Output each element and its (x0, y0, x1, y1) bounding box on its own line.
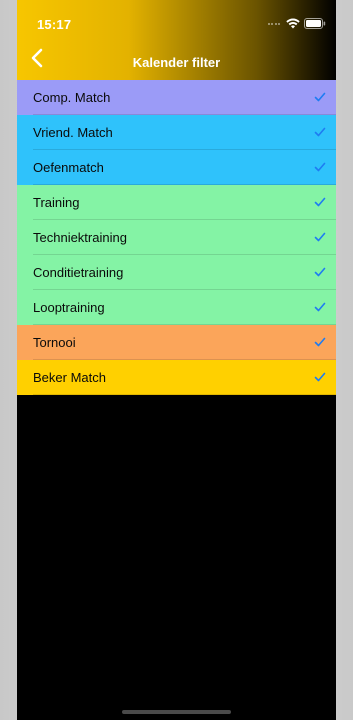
device-frame: 15:17 Kalender filter Comp. Match Vriend… (0, 0, 353, 720)
header-bar: 15:17 Kalender filter (17, 0, 336, 80)
filter-row[interactable]: Comp. Match (17, 80, 336, 115)
checkmark-icon (314, 232, 326, 242)
checkmark-icon (314, 337, 326, 347)
filter-label: Tornooi (33, 335, 76, 350)
checkmark-icon (314, 127, 326, 137)
filter-list: Comp. Match Vriend. Match Oefenmatch Traini… (17, 80, 336, 395)
filter-row[interactable]: Training (17, 185, 336, 220)
phone-screen: 15:17 Kalender filter Comp. Match Vriend… (17, 0, 336, 720)
battery-icon (304, 18, 326, 29)
checkmark-icon (314, 162, 326, 172)
filter-label: Oefenmatch (33, 160, 104, 175)
filter-row[interactable]: Conditietraining (17, 255, 336, 290)
filter-row[interactable]: Beker Match (17, 360, 336, 395)
checkmark-icon (314, 372, 326, 382)
checkmark-icon (314, 92, 326, 102)
filter-label: Looptraining (33, 300, 105, 315)
filter-row[interactable]: Techniektraining (17, 220, 336, 255)
wifi-icon (286, 18, 300, 29)
filter-label: Techniektraining (33, 230, 127, 245)
filter-row[interactable]: Vriend. Match (17, 115, 336, 150)
filter-row[interactable]: Looptraining (17, 290, 336, 325)
filter-label: Vriend. Match (33, 125, 113, 140)
checkmark-icon (314, 302, 326, 312)
home-indicator[interactable] (122, 710, 231, 714)
filter-row[interactable]: Oefenmatch (17, 150, 336, 185)
checkmark-icon (314, 267, 326, 277)
checkmark-icon (314, 197, 326, 207)
row-divider (33, 394, 336, 395)
status-icons (267, 18, 327, 29)
status-time: 15:17 (37, 17, 72, 32)
filter-label: Beker Match (33, 370, 106, 385)
page-title: Kalender filter (132, 55, 221, 70)
filter-label: Training (33, 195, 80, 210)
filter-row[interactable]: Tornooi (17, 325, 336, 360)
cellular-dots-icon (267, 22, 280, 25)
filter-label: Conditietraining (33, 265, 124, 280)
filter-label: Comp. Match (33, 90, 111, 105)
